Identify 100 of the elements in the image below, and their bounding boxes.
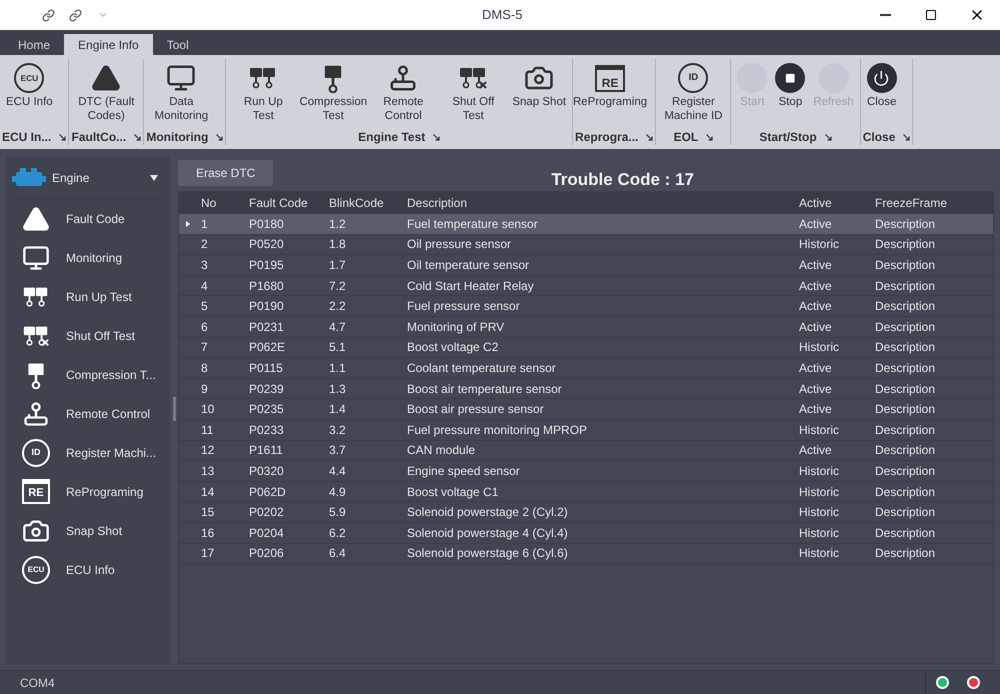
- table-cell-text: Description: [874, 422, 936, 439]
- table-cell-text: Oil pressure sensor: [406, 236, 512, 254]
- column-header[interactable]: FreezeFrame: [871, 194, 993, 212]
- table-cell-text: 1.8: [328, 236, 347, 254]
- table-cell-text: P0190: [248, 298, 285, 316]
- table-cell-text: 3.2: [328, 422, 347, 439]
- ribbon-tab[interactable]: Home: [4, 34, 64, 55]
- dialog-launcher-icon[interactable]: [216, 134, 224, 140]
- ribbon-button[interactable]: Shut Off Test: [438, 59, 508, 129]
- table-cell-text: 2: [200, 236, 209, 254]
- ribbon-button[interactable]: DTC (Fault Codes): [71, 59, 142, 129]
- table-row[interactable]: 12 P1611 3.7 CAN module Active Description: [179, 440, 993, 462]
- table-cell-text: P0115: [248, 360, 284, 377]
- table-cell-text: Active: [798, 256, 833, 274]
- table-cell-text: Description: [874, 256, 936, 274]
- sidebar-item[interactable]: Fault Code: [6, 199, 170, 238]
- table-cell-text: Active: [798, 298, 833, 316]
- ribbon-button[interactable]: Compression Test: [298, 59, 368, 129]
- table-cell-text: Description: [874, 545, 936, 562]
- table-cell-text: P0204: [248, 524, 285, 542]
- group-label: Monitoring: [146, 131, 208, 143]
- table-cell-text: P0520: [248, 236, 285, 254]
- dialog-launcher-icon[interactable]: [903, 134, 910, 140]
- table-cell-text: Historic: [798, 524, 840, 542]
- maximize-icon: [925, 9, 937, 21]
- sidebar-item[interactable]: Remote Control: [6, 394, 170, 433]
- table-cell-text: 1.2: [328, 216, 347, 233]
- table-cell-text: 6: [200, 318, 209, 336]
- sidebar-item[interactable]: Compression T...: [6, 355, 170, 394]
- table-cell-text: Solenoid powerstage 6 (Cyl.6): [406, 545, 569, 562]
- table-cell-text: 16: [200, 524, 216, 542]
- engine-selector[interactable]: Engine: [12, 157, 164, 199]
- table-cell-text: P0233: [248, 422, 285, 439]
- ribbon-button[interactable]: RE RePrograming: [575, 59, 646, 129]
- sidebar-item[interactable]: Run Up Test: [6, 277, 170, 316]
- table-row[interactable]: 2 P0520 1.8 Oil pressure sensor Historic Description: [179, 234, 993, 256]
- link-icon[interactable]: [69, 8, 82, 22]
- dialog-launcher-icon[interactable]: [59, 134, 66, 140]
- column-header[interactable]: Description: [403, 194, 795, 212]
- table-cell-text: Description: [874, 462, 936, 480]
- column-header[interactable]: BlinkCode: [325, 194, 403, 212]
- table-cell-text: 5: [200, 298, 209, 316]
- table-cell-text: Active: [798, 380, 833, 398]
- ribbon-button[interactable]: Snap Shot: [508, 59, 570, 129]
- dialog-launcher-icon[interactable]: [646, 134, 654, 140]
- table-cell-text: 5.1: [328, 339, 347, 356]
- table-row[interactable]: 1 P0180 1.2 Fuel temperature sensor Active Description: [179, 214, 993, 235]
- dialog-launcher-icon[interactable]: [134, 134, 142, 140]
- link-icon[interactable]: [42, 8, 55, 22]
- table-row[interactable]: 17 P0206 6.4 Solenoid powerstage 6 (Cyl.6) Historic Description: [179, 544, 993, 564]
- table-cell-text: Oil temperature sensor: [406, 256, 530, 274]
- table-cell-text: 1: [200, 216, 209, 233]
- table-cell-text: P0180: [248, 216, 285, 233]
- table-cell-text: CAN module: [406, 442, 476, 460]
- table-cell-text: 13: [200, 462, 216, 480]
- table-cell-text: P0235: [248, 401, 285, 418]
- scrollbar-thumb[interactable]: [173, 397, 176, 421]
- sidebar-item[interactable]: Shut Off Test: [6, 316, 170, 355]
- table-cell-text: Historic: [798, 236, 840, 254]
- table-row[interactable]: 14 P062D 4.9 Boost voltage C1 Historic Description: [179, 482, 993, 502]
- table-cell-text: Historic: [798, 504, 840, 522]
- sidebar-item[interactable]: RE RePrograming: [6, 472, 170, 511]
- ribbon-tab[interactable]: Tool: [152, 34, 203, 55]
- warning-icon: [91, 63, 122, 93]
- table-cell-text: P0202: [248, 504, 285, 522]
- table-cell-text: 3: [200, 256, 209, 274]
- ribbon-button[interactable]: ECU ECU Info: [2, 59, 57, 129]
- dialog-launcher-icon[interactable]: [824, 134, 832, 140]
- group-label: Reprogra...: [575, 131, 638, 143]
- ribbon-button[interactable]: Run Up Test: [228, 59, 298, 129]
- table-cell-text: Active: [798, 318, 833, 336]
- column-header[interactable]: Fault Code: [245, 194, 325, 212]
- table-cell-text: Description: [874, 524, 936, 542]
- dialog-launcher-icon[interactable]: [706, 134, 714, 140]
- column-header[interactable]: No: [197, 194, 245, 212]
- table-cell-text: Active: [798, 216, 833, 233]
- window-title: DMS-5: [482, 6, 522, 24]
- ribbon-button[interactable]: Remote Control: [368, 59, 438, 129]
- table-cell-text: 1.7: [328, 256, 347, 274]
- ribbon-button[interactable]: Stop: [771, 59, 810, 129]
- erase-dtc-button[interactable]: Erase DTC: [178, 160, 274, 186]
- sidebar-item[interactable]: Snap Shot: [6, 511, 170, 550]
- table-cell-text: 15: [200, 504, 216, 522]
- sidebar-item[interactable]: Monitoring: [6, 238, 170, 277]
- ribbon-button[interactable]: Data Monitoring: [146, 59, 216, 129]
- table-cell-text: P062D: [248, 484, 287, 501]
- table-cell-text: 4.9: [328, 484, 347, 501]
- ribbon-tab[interactable]: Engine Info: [64, 34, 153, 55]
- sidebar-item[interactable]: ID Register Machi...: [6, 433, 170, 472]
- table-cell-text: P1611: [248, 442, 284, 460]
- ribbon-button[interactable]: ID Register Machine ID: [658, 59, 728, 129]
- dialog-launcher-icon[interactable]: [433, 134, 440, 140]
- ribbon-button[interactable]: Close: [862, 59, 901, 129]
- table-cell-text: Historic: [798, 484, 840, 501]
- column-header[interactable]: Active: [795, 194, 871, 212]
- table-cell-text: Boost air temperature sensor: [406, 380, 563, 398]
- table-cell-text: Active: [798, 360, 833, 377]
- table-cell-text: Description: [874, 318, 936, 336]
- table-cell-text: Active: [798, 401, 833, 418]
- table-row[interactable]: 7 P062E 5.1 Boost voltage C2 Historic Description: [179, 338, 993, 358]
